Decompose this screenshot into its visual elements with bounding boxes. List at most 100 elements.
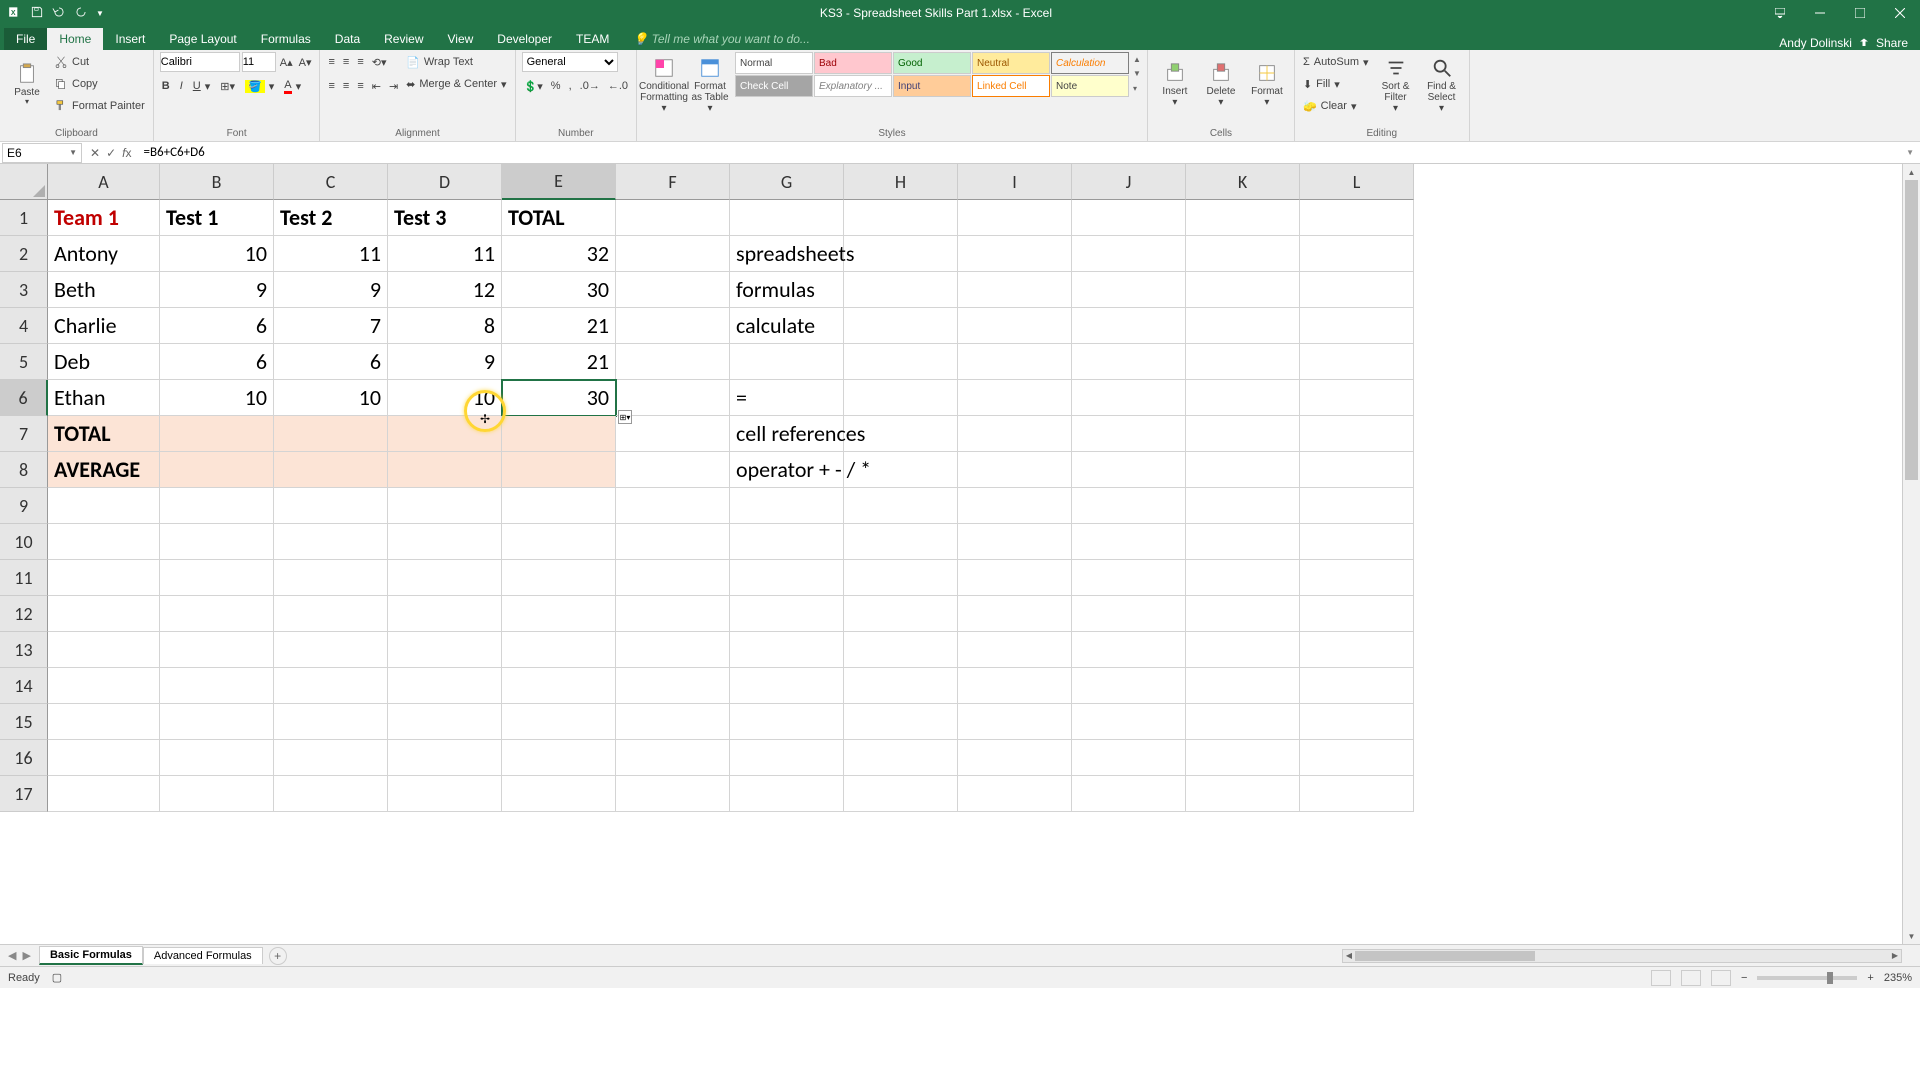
spreadsheet-grid[interactable]: ABCDEFGHIJKL 1234567891011121314151617 T… (0, 164, 1920, 944)
cell-I10[interactable] (958, 524, 1072, 560)
cell-J12[interactable] (1072, 596, 1186, 632)
maximize-button[interactable] (1840, 0, 1880, 26)
redo-icon[interactable] (74, 5, 88, 22)
cell-G6[interactable]: = (730, 380, 844, 416)
cell-J7[interactable] (1072, 416, 1186, 452)
orientation-icon[interactable]: ⟲▾ (370, 52, 389, 72)
cell-styles-gallery[interactable]: Normal Bad Good Neutral Calculation Chec… (735, 52, 1129, 97)
underline-button[interactable]: U▾ (191, 76, 212, 96)
style-good[interactable]: Good (893, 52, 971, 74)
cell-H14[interactable] (844, 668, 958, 704)
cell-L13[interactable] (1300, 632, 1414, 668)
cell-B17[interactable] (160, 776, 274, 812)
cell-L12[interactable] (1300, 596, 1414, 632)
cell-F8[interactable] (616, 452, 730, 488)
cell-A1[interactable]: Team 1 (48, 200, 160, 236)
cell-K10[interactable] (1186, 524, 1300, 560)
font-color-button[interactable]: A▾ (282, 76, 303, 96)
sheet-tab-basic[interactable]: Basic Formulas (39, 946, 143, 965)
cell-C12[interactable] (274, 596, 388, 632)
cell-L4[interactable] (1300, 308, 1414, 344)
add-sheet-button[interactable]: + (269, 947, 287, 965)
align-bottom-icon[interactable]: ≡ (355, 52, 365, 72)
normal-view-icon[interactable] (1651, 970, 1671, 986)
cell-I14[interactable] (958, 668, 1072, 704)
styles-scroll-up-icon[interactable]: ▲ (1133, 55, 1141, 64)
cell-B12[interactable] (160, 596, 274, 632)
cell-D6[interactable]: 10 (388, 380, 502, 416)
cell-G13[interactable] (730, 632, 844, 668)
cell-G5[interactable] (730, 344, 844, 380)
cell-I9[interactable] (958, 488, 1072, 524)
tab-view[interactable]: View (436, 28, 486, 50)
cell-K13[interactable] (1186, 632, 1300, 668)
cell-K4[interactable] (1186, 308, 1300, 344)
zoom-out-icon[interactable]: − (1741, 972, 1747, 984)
cell-J3[interactable] (1072, 272, 1186, 308)
cell-L14[interactable] (1300, 668, 1414, 704)
decrease-indent-icon[interactable]: ⇤ (370, 76, 383, 96)
format-as-table-button[interactable]: Format as Table▾ (689, 52, 731, 118)
cell-G8[interactable]: operator + - / * (730, 452, 844, 488)
cell-L3[interactable] (1300, 272, 1414, 308)
cell-K16[interactable] (1186, 740, 1300, 776)
row-header-17[interactable]: 17 (0, 776, 48, 812)
cell-B16[interactable] (160, 740, 274, 776)
cell-H11[interactable] (844, 560, 958, 596)
cell-B6[interactable]: 10 (160, 380, 274, 416)
cell-C4[interactable]: 7 (274, 308, 388, 344)
fill-button[interactable]: ⬇ Fill ▾ (1301, 74, 1371, 94)
cell-H1[interactable] (844, 200, 958, 236)
border-button[interactable]: ⊞▾ (218, 76, 237, 96)
cell-I5[interactable] (958, 344, 1072, 380)
cell-K17[interactable] (1186, 776, 1300, 812)
cell-E9[interactable] (502, 488, 616, 524)
cell-J17[interactable] (1072, 776, 1186, 812)
cell-A4[interactable]: Charlie (48, 308, 160, 344)
row-header-2[interactable]: 2 (0, 236, 48, 272)
cell-E12[interactable] (502, 596, 616, 632)
styles-scroll-down-icon[interactable]: ▼ (1133, 69, 1141, 78)
autofill-options-icon[interactable]: ⊞▾ (618, 410, 632, 424)
cell-B14[interactable] (160, 668, 274, 704)
cell-E4[interactable]: 21 (502, 308, 616, 344)
cell-B11[interactable] (160, 560, 274, 596)
wrap-text-button[interactable]: 📄 Wrap Text (404, 52, 508, 72)
cell-C7[interactable] (274, 416, 388, 452)
cell-D5[interactable]: 9 (388, 344, 502, 380)
row-header-5[interactable]: 5 (0, 344, 48, 380)
cell-A6[interactable]: Ethan (48, 380, 160, 416)
cell-E10[interactable] (502, 524, 616, 560)
cell-K8[interactable] (1186, 452, 1300, 488)
styles-more-icon[interactable]: ▾ (1133, 84, 1141, 93)
tab-data[interactable]: Data (323, 28, 372, 50)
style-linked-cell[interactable]: Linked Cell (972, 75, 1050, 97)
cell-I15[interactable] (958, 704, 1072, 740)
cell-K11[interactable] (1186, 560, 1300, 596)
cell-A11[interactable] (48, 560, 160, 596)
font-size-select[interactable] (242, 52, 276, 72)
row-header-4[interactable]: 4 (0, 308, 48, 344)
cell-C5[interactable]: 6 (274, 344, 388, 380)
page-break-view-icon[interactable] (1711, 970, 1731, 986)
minimize-button[interactable] (1800, 0, 1840, 26)
qat-dropdown-icon[interactable]: ▼ (96, 9, 104, 18)
save-icon[interactable] (30, 5, 44, 22)
cell-A2[interactable]: Antony (48, 236, 160, 272)
fx-icon[interactable]: fx (122, 146, 131, 160)
scroll-up-icon[interactable]: ▲ (1903, 164, 1920, 180)
cell-C3[interactable]: 9 (274, 272, 388, 308)
align-left-icon[interactable]: ≡ (326, 76, 336, 96)
cell-D10[interactable] (388, 524, 502, 560)
number-format-select[interactable]: General (522, 52, 618, 72)
cell-E8[interactable] (502, 452, 616, 488)
cell-D8[interactable] (388, 452, 502, 488)
row-header-3[interactable]: 3 (0, 272, 48, 308)
cell-F6[interactable] (616, 380, 730, 416)
cell-E1[interactable]: TOTAL (502, 200, 616, 236)
comma-format-icon[interactable]: , (567, 76, 574, 96)
autosum-button[interactable]: Σ AutoSum ▾ (1301, 52, 1371, 72)
cell-D3[interactable]: 12 (388, 272, 502, 308)
style-note[interactable]: Note (1051, 75, 1129, 97)
row-header-1[interactable]: 1 (0, 200, 48, 236)
